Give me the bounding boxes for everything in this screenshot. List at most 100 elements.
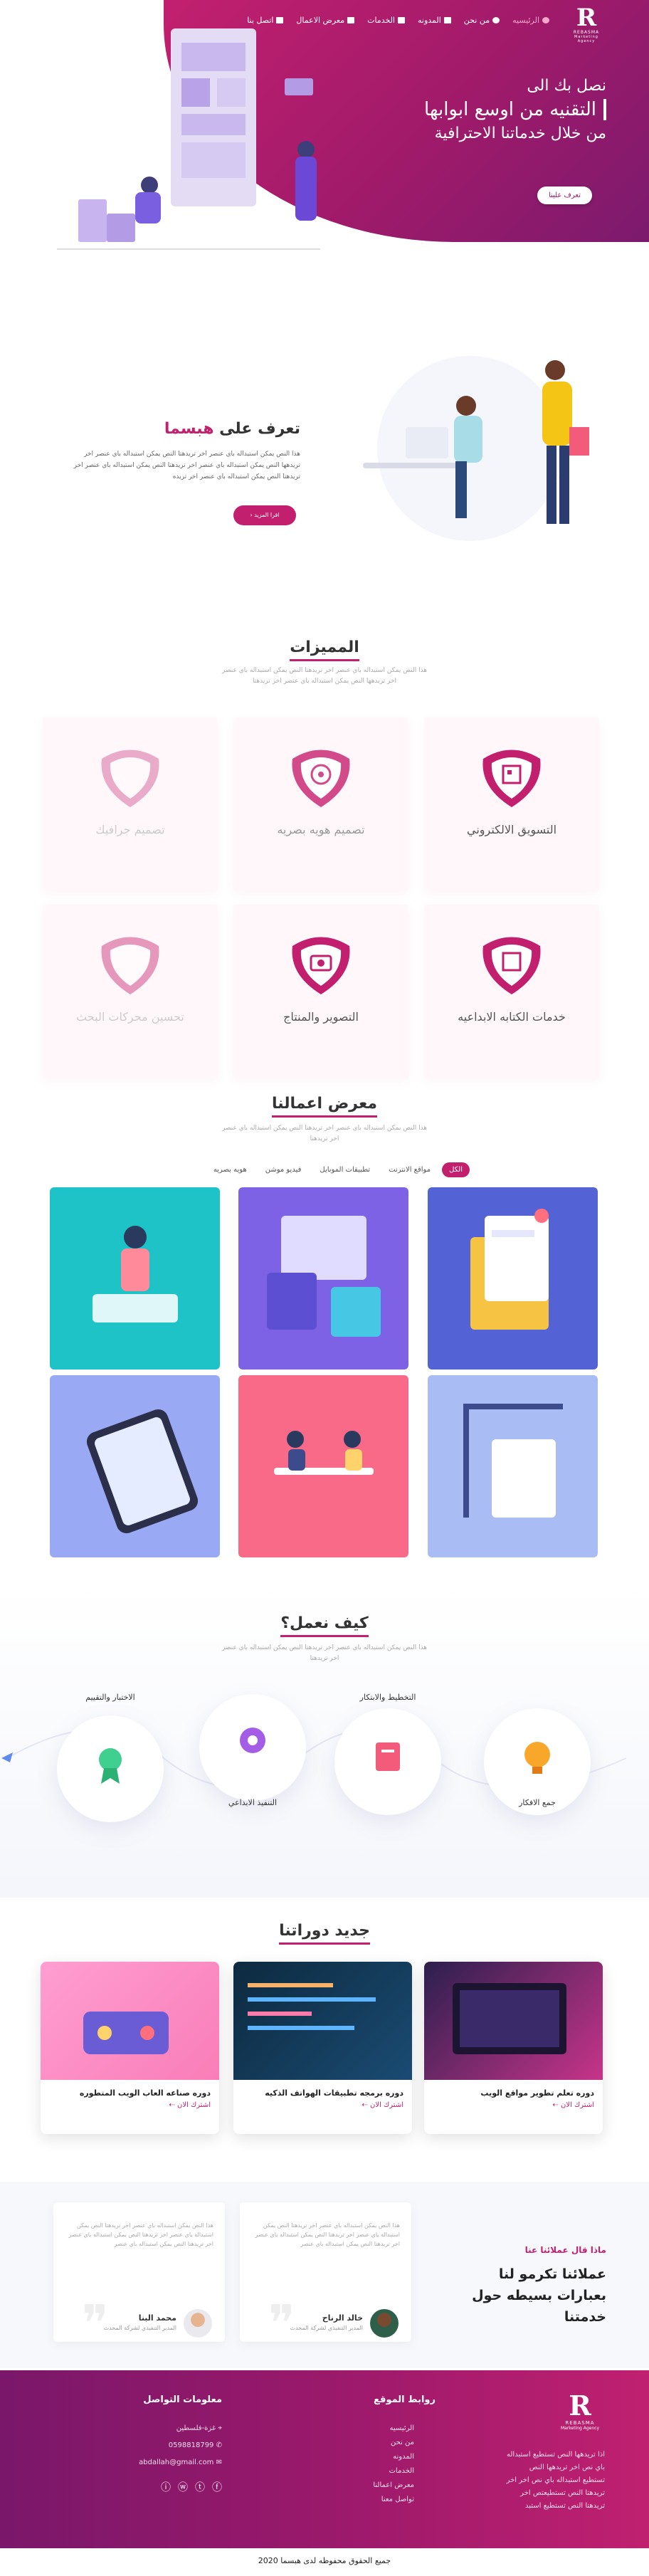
courses-title: جديد دوراتنا <box>0 1922 649 1945</box>
course-card[interactable]: دوره برمجه تطبيقات الهواتف الذكيه اشترك … <box>233 1962 412 2134</box>
hero-cta-button[interactable]: تعرف علينا <box>537 186 592 204</box>
feature-label: خدمات الكتابه الابداعيه <box>458 1010 566 1024</box>
portfolio-illustration <box>93 1226 178 1323</box>
footer-contact-title: معلومات التواصل <box>143 2394 222 2405</box>
tab-branding[interactable]: هويه بصريه <box>206 1162 254 1177</box>
nav-item-about[interactable]: من نحن <box>464 16 500 25</box>
footer-link-services[interactable]: الخدمات <box>389 2467 414 2475</box>
nav-item-blog[interactable]: المدونه <box>418 16 451 25</box>
course-card[interactable]: دوره صناعه العاب الويب المتطوره اشترك ال… <box>41 1962 219 2134</box>
avatar <box>370 2309 399 2338</box>
camera-icon <box>292 937 350 994</box>
course-image <box>41 1962 219 2080</box>
hero-line-3: من خلال خدماتنا الاحترافية <box>434 125 606 142</box>
features-subtitle: هذا النص يمكن استبداله باي عنصر اخر تريد… <box>221 667 428 685</box>
testimonial-card: هذا النص يمكن استبداله باي عنصر اخر تريد… <box>53 2202 225 2348</box>
footer-link-portfolio[interactable]: معرض اعمالنا <box>373 2481 414 2489</box>
footer-social-links: ⓕ ⓣ ⓦ ⓘ <box>161 2480 222 2494</box>
portfolio-item[interactable] <box>50 1187 220 1370</box>
instagram-icon[interactable]: ⓘ <box>161 2480 171 2494</box>
footer-email[interactable]: ✉ abdallah@gmail.com <box>139 2459 222 2466</box>
feature-label: تصميم جرافيك <box>95 823 165 836</box>
phone-icon: ✆ <box>216 2441 222 2449</box>
step-2 <box>334 1708 441 1815</box>
footer-about-text: اذا تريدهها النص تستطيع استبداله باي نص … <box>506 2451 605 2510</box>
footer-logo-tagline: Marketing Agency <box>560 2426 600 2431</box>
feature-card-marketing[interactable]: التسويق الالكتروني <box>424 717 599 891</box>
feature-card-graphic[interactable]: تصميم جرافيك <box>43 717 218 891</box>
portfolio-item[interactable] <box>428 1187 598 1370</box>
whatsapp-icon[interactable]: ⓦ <box>178 2480 188 2494</box>
planning-icon <box>376 1742 400 1771</box>
hero-line-1: نصل بك الى <box>527 77 606 95</box>
nav-item-home[interactable]: الرئيسيه <box>512 16 549 25</box>
course-subscribe-link[interactable]: اشترك الان ⇠ <box>169 2101 211 2109</box>
testimonials-kicker: ماذا قال عملائنا عنا <box>524 2245 606 2255</box>
facebook-icon[interactable]: ⓕ <box>212 2480 222 2494</box>
footer-logo-name: REBASMA <box>565 2420 595 2426</box>
arrow-left-icon: ⇠ <box>362 2101 368 2109</box>
feature-card-seo[interactable]: تحسين محركات البحث <box>43 905 218 1078</box>
avatar <box>184 2309 212 2338</box>
testimonial-role: المدير التنفيذي لشركة المحدث <box>103 2325 176 2331</box>
tab-mobile-apps[interactable]: تطبيقات الموبايل <box>312 1162 378 1177</box>
footer-link-about[interactable]: من نحن <box>391 2439 414 2446</box>
step-label: الاختبار والتقييم <box>85 1693 135 1702</box>
monitor-icon <box>397 17 405 23</box>
about-read-more-button[interactable]: اقرا المزيد ‹ <box>233 505 296 525</box>
qr-icon <box>482 937 541 994</box>
logo-name: REBASMA <box>573 30 600 35</box>
footer-phone: ✆ 0598818799 <box>168 2441 222 2449</box>
portfolio-item[interactable] <box>428 1375 598 1557</box>
testimonials-heading: عملائنا تكرمو لنا بعبارات بسيطه حول خدمت… <box>472 2266 606 2325</box>
code-photo <box>248 1983 376 2030</box>
footer-links-title: روابط الموقع <box>374 2394 436 2405</box>
footer-logo-mark: R <box>569 2390 591 2422</box>
footer-link-blog[interactable]: المدونه <box>393 2453 414 2461</box>
portfolio-item[interactable] <box>238 1187 408 1370</box>
portfolio-illustration <box>267 1216 381 1337</box>
course-title: دوره صناعه العاب الويب المتطوره <box>79 2088 211 2098</box>
email-icon: ✉ <box>216 2459 222 2466</box>
step-label: التنفيذ الابداعي <box>228 1798 278 1807</box>
course-title: دوره برمجه تطبيقات الهواتف الذكيه <box>265 2088 403 2098</box>
testimonial-name: محمد البنا <box>138 2313 176 2323</box>
course-subscribe-link[interactable]: اشترك الان ⇠ <box>362 2101 403 2109</box>
twitter-icon[interactable]: ⓣ <box>195 2480 205 2494</box>
testimonial-role: المدير التنفيذي لشركة المحدث <box>290 2325 363 2331</box>
features-title: المميزات <box>0 638 649 661</box>
footer-link-home[interactable]: الرئيسيه <box>390 2424 414 2432</box>
portfolio-illustration <box>463 1404 563 1518</box>
feature-card-writing[interactable]: خدمات الكتابه الابداعيه <box>424 905 599 1078</box>
footer: R REBASMA Marketing Agency اذا تريدهها ا… <box>0 2370 649 2548</box>
testimonial-card: هذا النص يمكن استبداله باي عنصر اخر تريد… <box>240 2202 411 2348</box>
brand-logo[interactable]: R REBASMA Marketing Agency <box>566 6 606 43</box>
tab-all[interactable]: الكل <box>442 1162 470 1177</box>
gallery-icon <box>347 17 355 23</box>
game-illustration <box>83 2012 169 2054</box>
laptop-photo <box>453 1983 566 2054</box>
portfolio-title: معرض اعمالنا <box>0 1095 649 1118</box>
feature-label: التسويق الالكتروني <box>466 823 557 836</box>
target-icon <box>292 750 350 807</box>
footer-logo[interactable]: R REBASMA Marketing Agency <box>555 2390 605 2432</box>
about-text: هذا النص يمكن استبداله باي عنصر اخر تريد… <box>73 451 300 480</box>
footer-link-contact[interactable]: تواصل معنا <box>381 2496 414 2503</box>
step-label: التخطيط والابتكار <box>359 1693 416 1702</box>
course-card[interactable]: دوره تعلم تطوير مواقع الويب اشترك الان ⇠ <box>424 1962 603 2134</box>
hero-headline: نصل بك الى التقنيه من اوسع ابوابها من خل… <box>424 77 606 142</box>
how-subtitle: هذا النص يمكن استبداله باي عنصر اخر تريد… <box>221 1644 428 1662</box>
feature-card-photography[interactable]: التصوير والمنتاج <box>233 905 408 1078</box>
portfolio-item[interactable] <box>238 1375 408 1557</box>
copyright: جميع الحقوق محفوظه لدى هبسما 2020 <box>258 2556 391 2565</box>
feature-card-branding[interactable]: تصميم هويه بصريه <box>233 717 408 891</box>
home-icon <box>542 17 549 23</box>
step-3 <box>199 1694 306 1801</box>
tab-motion-video[interactable]: فيديو موشن <box>258 1162 309 1177</box>
testimonial-text: هذا النص يمكن استبداله باي عنصر اخر تريد… <box>255 2222 400 2247</box>
nav-item-services[interactable]: الخدمات <box>367 16 405 25</box>
tab-websites[interactable]: مواقع الانترنت <box>381 1162 438 1177</box>
course-subscribe-link[interactable]: اشترك الان ⇠ <box>552 2101 594 2109</box>
portfolio-item[interactable] <box>50 1375 220 1557</box>
about-title-brand: هبسما <box>164 420 214 438</box>
